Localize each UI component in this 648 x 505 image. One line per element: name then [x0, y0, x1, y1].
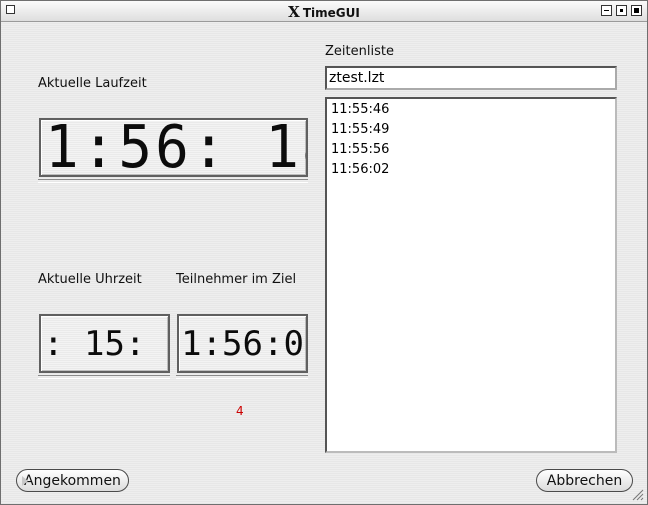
list-item[interactable]: 11:55:56: [331, 142, 389, 157]
clock-label: Aktuelle Uhrzeit: [38, 272, 142, 287]
finishers-count: 4: [236, 404, 244, 418]
cancel-button[interactable]: Abbrechen: [536, 469, 633, 492]
x-logo-icon: X: [288, 3, 300, 21]
maximize-icon[interactable]: [631, 5, 642, 16]
timegui-window: XTimeGUI Aktuelle Laufzeit 11:56: 18 Akt…: [0, 0, 648, 505]
filename-input[interactable]: ztest.lzt: [325, 66, 617, 90]
runtime-underline: [38, 179, 308, 183]
finishers-label: Teilnehmer im Ziel: [176, 272, 297, 287]
clock-underline: [38, 375, 170, 379]
window-title: X TimeGUI: [288, 3, 360, 21]
list-item[interactable]: 11:55:49: [331, 122, 389, 137]
play-arrow-icon: [22, 476, 28, 486]
arrived-button[interactable]: Angekommen: [16, 469, 129, 492]
finishers-display: 11:56:02: [177, 314, 308, 373]
title-bar[interactable]: X TimeGUI: [1, 1, 647, 22]
resize-grip-icon[interactable]: [632, 489, 644, 501]
list-item[interactable]: 11:56:02: [331, 162, 389, 177]
runtime-label: Aktuelle Laufzeit: [38, 76, 147, 91]
times-list-label: Zeitenliste: [325, 44, 394, 59]
minimize-icon[interactable]: [601, 5, 612, 16]
finishers-underline: [176, 375, 308, 379]
times-listbox[interactable]: 11:55:46 11:55:49 11:55:56 11:56:02: [325, 97, 617, 453]
list-item[interactable]: 11:55:46: [331, 102, 389, 117]
finishers-value: 11:56:02: [179, 323, 306, 364]
clock-value: 15: 15: 18: [41, 323, 168, 364]
restore-icon[interactable]: [616, 5, 627, 16]
runtime-value: 11:56: 18: [41, 118, 306, 177]
clock-display: 15: 15: 18: [39, 314, 170, 373]
runtime-display: 11:56: 18: [39, 118, 308, 177]
